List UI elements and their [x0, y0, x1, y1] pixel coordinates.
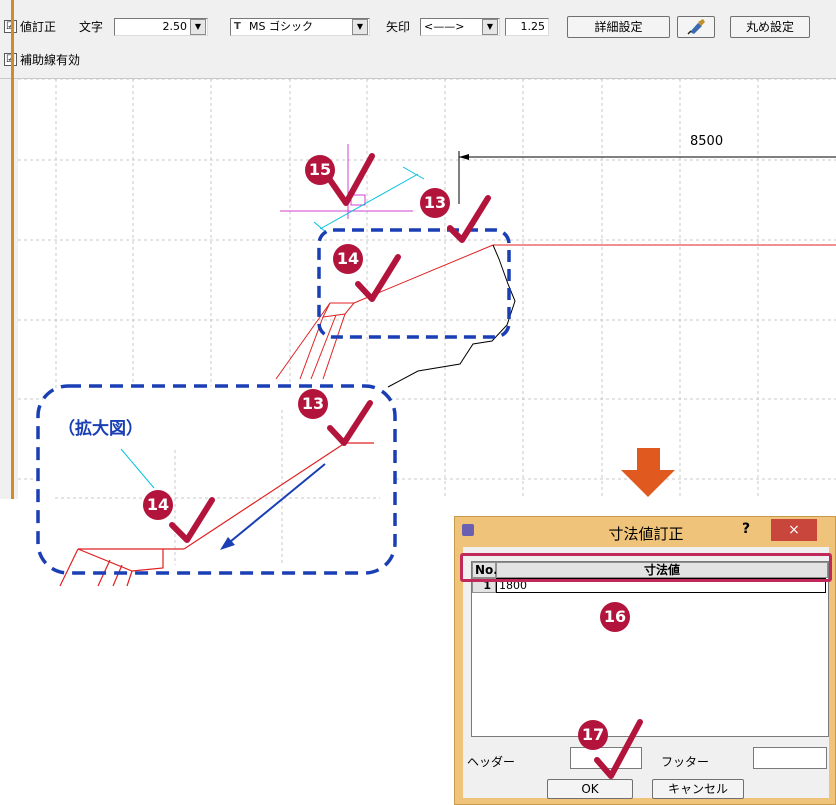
check-icon-17-top [594, 719, 643, 779]
dialog-check-overlay [594, 719, 643, 779]
